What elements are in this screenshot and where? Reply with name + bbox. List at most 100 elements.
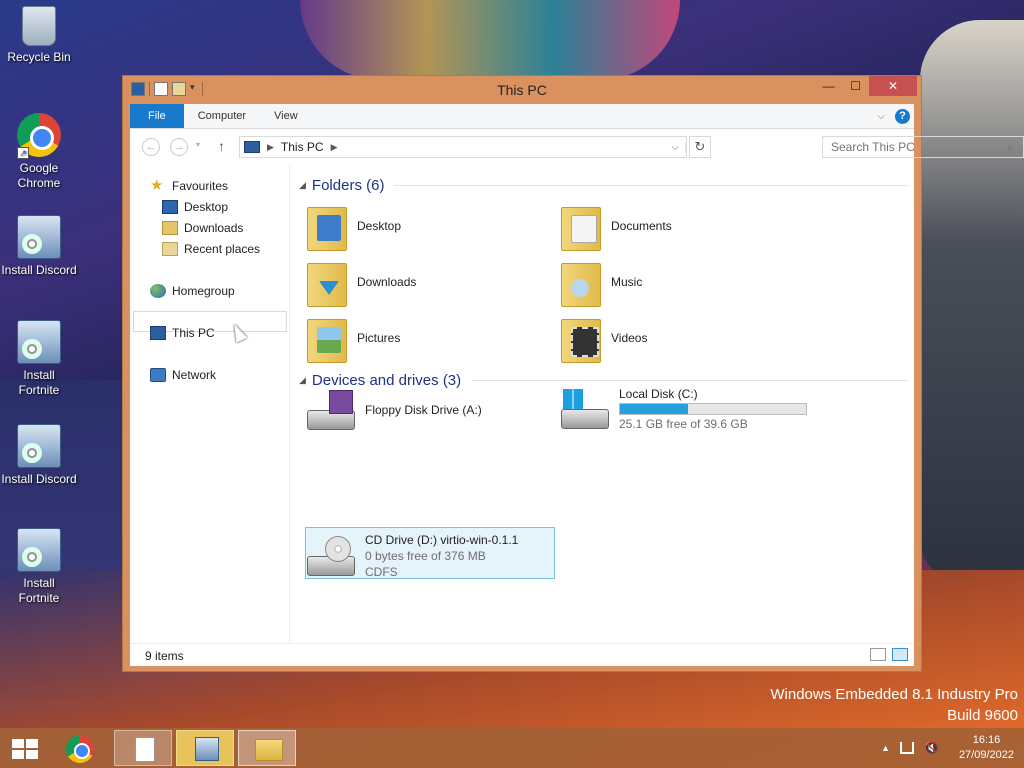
taskbar: ▲ 🔇 16:16 27/09/2022 — [0, 728, 1024, 768]
setup-icon — [195, 737, 219, 761]
item-label: CD Drive (D:) virtio-win-0.1.1 — [365, 533, 519, 547]
window-title: This PC — [497, 82, 547, 98]
address-input[interactable]: ▶ This PC ▶ ⌵ — [239, 136, 687, 158]
windows-logo-icon — [12, 739, 38, 759]
maximize-button[interactable]: ☐ — [842, 76, 869, 96]
folder-pictures[interactable]: Pictures — [307, 315, 401, 363]
title-bar[interactable]: ▾ This PC — ☐ ✕ — [123, 76, 921, 104]
nav-this-pc[interactable]: This PC — [150, 326, 215, 340]
star-icon: ★ — [150, 177, 164, 194]
free-space-text: 25.1 GB free of 39.6 GB — [619, 417, 748, 431]
free-space-text: 0 bytes free of 376 MB — [365, 549, 486, 563]
item-label: Pictures — [357, 331, 401, 345]
group-title: Folders (6) — [311, 177, 385, 194]
search-input[interactable] — [831, 140, 1007, 154]
status-bar: 9 items — [130, 643, 914, 666]
nav-downloads[interactable]: Downloads — [162, 221, 243, 235]
show-hidden-icons-icon[interactable]: ▲ — [881, 743, 890, 753]
group-header-folders[interactable]: ◢ Folders (6) — [299, 177, 909, 194]
breadcrumb-separator-icon[interactable]: ▶ — [267, 142, 274, 153]
forward-button[interactable]: → — [170, 138, 188, 156]
desktop-icon-install-discord[interactable]: Install Discord — [0, 424, 79, 487]
nav-recent-places[interactable]: Recent places — [162, 242, 260, 256]
drive-local-c[interactable]: Local Disk (C:) 25.1 GB free of 39.6 GB — [561, 387, 807, 431]
content-area: ★ Favourites Desktop Downloads Recent pl… — [130, 165, 914, 643]
clock[interactable]: 16:16 27/09/2022 — [959, 733, 1014, 763]
breadcrumb-separator-icon[interactable]: ▶ — [331, 142, 338, 153]
folder-downloads[interactable]: Downloads — [307, 259, 417, 307]
desktop-icon-google-chrome[interactable]: ↗ Google Chrome — [0, 113, 79, 191]
nav-favourites[interactable]: ★ Favourites — [150, 177, 229, 194]
nav-label: This PC — [172, 326, 215, 340]
music-folder-icon — [561, 259, 601, 307]
folder-documents[interactable]: Documents — [561, 203, 672, 251]
desktop-folder-icon — [307, 203, 347, 251]
back-button[interactable]: ← — [142, 138, 160, 156]
this-pc-icon — [244, 141, 260, 153]
taskbar-document[interactable] — [114, 730, 172, 766]
floppy-drive-icon — [307, 390, 355, 430]
desktop-icon-label: Install Fortnite — [18, 368, 60, 397]
window-controls: — ☐ ✕ — [815, 76, 917, 96]
tab-computer[interactable]: Computer — [184, 104, 260, 128]
taskbar-installer[interactable] — [176, 730, 234, 766]
item-label: Documents — [611, 219, 672, 233]
nav-label: Network — [172, 368, 217, 382]
folder-music[interactable]: Music — [561, 259, 642, 307]
recycle-bin-icon — [22, 6, 56, 46]
system-tray: ▲ 🔇 16:16 27/09/2022 — [881, 728, 1024, 768]
videos-folder-icon — [561, 315, 601, 363]
item-label: Downloads — [357, 275, 417, 289]
desktop-icon-install-discord[interactable]: Install Discord — [0, 215, 79, 278]
taskbar-chrome[interactable] — [52, 730, 110, 766]
file-list: ◢ Folders (6) Desktop Documents Download… — [295, 165, 914, 643]
item-label: Videos — [611, 331, 648, 345]
desktop-icon-label: Google Chrome — [17, 161, 61, 190]
nav-label: Favourites — [172, 179, 229, 193]
nav-network[interactable]: Network — [150, 368, 216, 382]
recent-places-icon — [162, 242, 178, 256]
desktop-icon-label: Install Discord — [1, 472, 77, 486]
collapse-icon[interactable]: ◢ — [299, 375, 306, 386]
folder-videos[interactable]: Videos — [561, 315, 648, 363]
nav-homegroup[interactable]: Homegroup — [150, 284, 235, 298]
group-title: Devices and drives (3) — [311, 372, 462, 389]
folder-desktop[interactable]: Desktop — [307, 203, 401, 251]
drive-floppy[interactable]: Floppy Disk Drive (A:) — [307, 390, 482, 430]
shortcut-arrow-icon: ↗ — [17, 147, 29, 159]
search-field[interactable]: ⌕ — [822, 136, 1024, 158]
drive-cd-d[interactable]: CD Drive (D:) virtio-win-0.1.1 0 bytes f… — [307, 533, 518, 579]
large-icons-view-icon[interactable] — [892, 648, 908, 661]
network-status-icon[interactable] — [899, 742, 914, 754]
nav-desktop[interactable]: Desktop — [162, 200, 228, 214]
collapse-icon[interactable]: ◢ — [299, 180, 306, 191]
capacity-bar-fill — [620, 404, 689, 414]
address-dropdown-icon[interactable]: ⌵ — [665, 141, 686, 153]
nav-label: Recent places — [184, 242, 261, 256]
nav-label: Desktop — [184, 200, 229, 214]
breadcrumb-this-pc[interactable]: This PC — [281, 140, 324, 154]
volume-muted-icon[interactable]: 🔇 — [924, 741, 939, 755]
network-icon — [150, 368, 166, 382]
desktop-icon-install-fortnite[interactable]: Install Fortnite — [0, 320, 79, 398]
desktop-icon-recycle-bin[interactable]: Recycle Bin — [0, 6, 79, 65]
refresh-button[interactable]: ↻ — [689, 136, 711, 158]
start-button[interactable] — [0, 730, 50, 766]
help-icon[interactable]: ? — [895, 108, 910, 124]
taskbar-file-explorer[interactable] — [238, 730, 296, 766]
close-button[interactable]: ✕ — [869, 76, 917, 96]
tab-file[interactable]: File — [130, 104, 184, 128]
recent-locations-icon[interactable]: ▾ — [196, 140, 200, 149]
clock-time: 16:16 — [972, 734, 1001, 746]
chrome-icon — [66, 735, 94, 763]
search-icon[interactable]: ⌕ — [1007, 140, 1023, 155]
up-button[interactable]: ↑ — [218, 138, 225, 154]
tab-view[interactable]: View — [260, 104, 312, 128]
item-label: Floppy Disk Drive (A:) — [365, 403, 482, 417]
minimize-button[interactable]: — — [815, 76, 842, 96]
desktop-icon-install-fortnite[interactable]: Install Fortnite — [0, 528, 79, 606]
details-view-icon[interactable] — [870, 648, 886, 661]
expand-ribbon-icon[interactable]: ⌵ — [877, 111, 885, 122]
documents-folder-icon — [561, 203, 601, 251]
file-system-text: CDFS — [365, 565, 398, 579]
